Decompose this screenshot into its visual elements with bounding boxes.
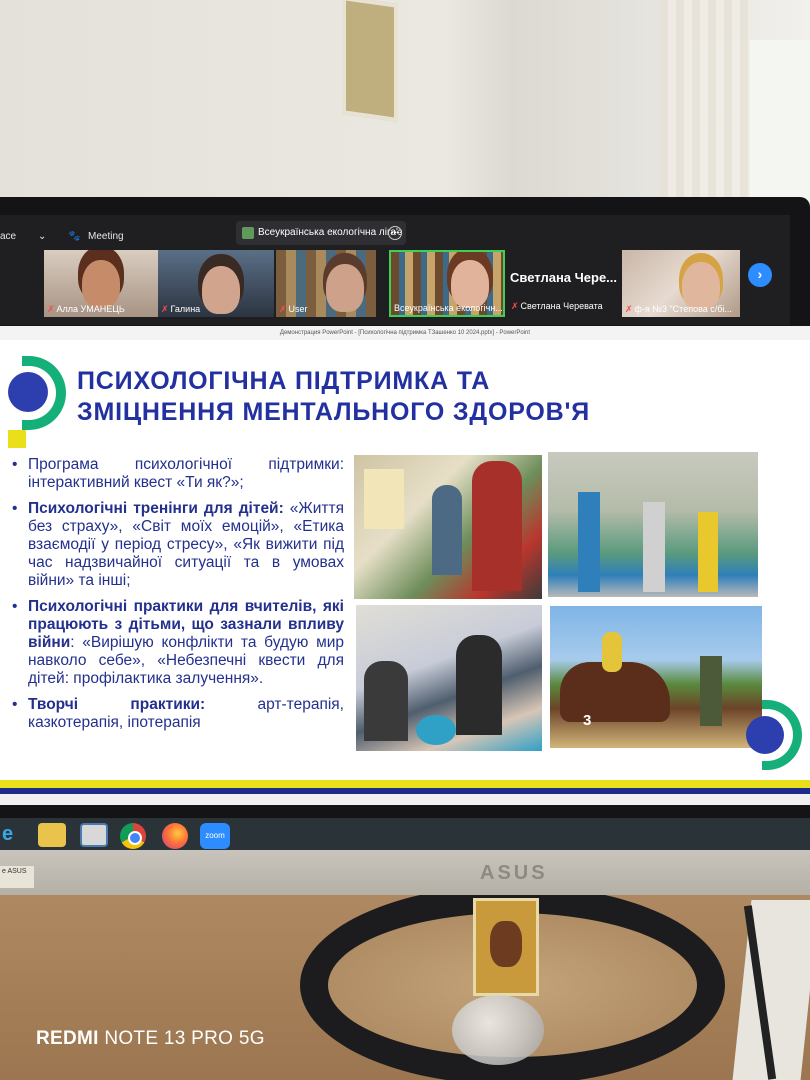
mic-muted-icon: ✗	[47, 304, 55, 314]
chrome-icon[interactable]	[120, 823, 146, 849]
participant-face	[82, 260, 120, 308]
participant-name: ✗ Галина	[161, 304, 201, 314]
participant-tile[interactable]: ✗ Светлана Черевата	[508, 290, 624, 314]
participant-face	[451, 260, 489, 308]
photo-children-circle-game	[548, 452, 758, 597]
slide-bullet-list: Програма психологічної підтримки: інтера…	[12, 456, 344, 740]
internet-explorer-icon[interactable]: e	[2, 823, 30, 847]
participant-name: Всеукраїнська екологічн...	[394, 303, 503, 313]
bullet-item: Психологічні практики для вчителів, які …	[12, 598, 344, 688]
bullet-item: Творчі практики: арт-терапія, казкотерап…	[12, 696, 344, 732]
crystal-ball	[452, 995, 544, 1065]
participant-tile[interactable]: ✗ Алла УМАНЕЦЬ	[44, 250, 160, 317]
meeting-chip-label: Всеукраїнська екологічна ліга'з	[258, 227, 403, 238]
participant-face	[682, 262, 720, 310]
monitor-chin	[0, 850, 810, 895]
window-curtain	[660, 0, 750, 210]
slide-title-line-2: ЗМІЦНЕННЯ МЕНТАЛЬНОГО ЗДОРОВ'Я	[77, 398, 590, 426]
participant-tile-active[interactable]: Всеукраїнська екологічн...	[389, 250, 505, 317]
asus-sticker: e ASUS	[0, 866, 34, 888]
bullet-item: Програма психологічної підтримки: інтера…	[12, 456, 344, 492]
more-icon[interactable]: •••	[388, 226, 402, 240]
mic-muted-icon: ✗	[625, 304, 633, 314]
powerpoint-title-bar: Демонстрация PowerPoint - [Психологічна …	[0, 326, 810, 340]
participant-tile[interactable]: ✗ User	[276, 250, 376, 317]
meeting-label[interactable]: Meeting	[88, 231, 124, 242]
slide-title: ПСИХОЛОГІЧНА ПІДТРИМКА ТА ЗМІЦНЕННЯ МЕНТ…	[77, 366, 777, 428]
participant-face	[202, 266, 240, 314]
slide-bottom-stripe	[0, 780, 810, 788]
camera-watermark: REDMI NOTE 13 PRO 5G	[36, 1028, 265, 1049]
photo-children-floor-activity	[356, 605, 542, 751]
participant-name: ✗ Светлана Черевата	[511, 301, 603, 311]
photo-training-session	[354, 455, 542, 599]
participant-name: ✗ ф-я №3 "Степова с/бі...	[625, 304, 732, 314]
photo-horse-therapy	[550, 606, 762, 748]
zoom-app-icon[interactable]: zoom	[200, 823, 230, 849]
participant-name: ✗ User	[279, 304, 308, 314]
share-icon	[242, 227, 254, 239]
paw-icon: 🐾	[68, 231, 81, 242]
photo-number-label: 3	[583, 712, 592, 729]
chevron-down-icon[interactable]: ⌄	[38, 231, 46, 242]
religious-icon-card	[473, 898, 539, 996]
mic-muted-icon: ✗	[161, 304, 169, 314]
participant-tile[interactable]: ✗ ф-я №3 "Степова с/бі...	[622, 250, 740, 317]
meeting-share-chip[interactable]: Всеукраїнська екологічна ліга'з •••	[236, 221, 406, 245]
icon-figure	[490, 921, 522, 967]
firefox-icon[interactable]	[162, 823, 188, 849]
participant-name: ✗ Алла УМАНЕЦЬ	[47, 304, 125, 314]
mic-muted-icon: ✗	[511, 301, 519, 311]
speaker-name: Светлана Чере...	[510, 270, 618, 285]
powerpoint-status-bar	[0, 794, 810, 805]
decor-blue-circle	[8, 372, 48, 412]
slide-title-line-1: ПСИХОЛОГІЧНА ПІДТРИМКА ТА	[77, 367, 491, 395]
bullet-item: Психологічні тренінги для дітей: «Життя …	[12, 500, 344, 590]
participant-face	[326, 264, 364, 312]
asus-logo: ASUS	[480, 862, 548, 884]
next-participants-button[interactable]: ›	[748, 263, 772, 287]
wall-picture	[342, 0, 398, 122]
decor-yellow-square	[8, 430, 26, 448]
mic-muted-icon: ✗	[279, 304, 287, 314]
file-explorer-icon[interactable]	[38, 823, 66, 847]
photo-scene: ace ⌄ 🐾 Meeting Всеукраїнська екологічна…	[0, 0, 810, 1080]
document-icon[interactable]	[80, 823, 108, 847]
zoom-left-label: ace	[0, 231, 17, 242]
decor-blue-circle	[746, 716, 784, 754]
participant-tile[interactable]: ✗ Галина	[158, 250, 274, 317]
